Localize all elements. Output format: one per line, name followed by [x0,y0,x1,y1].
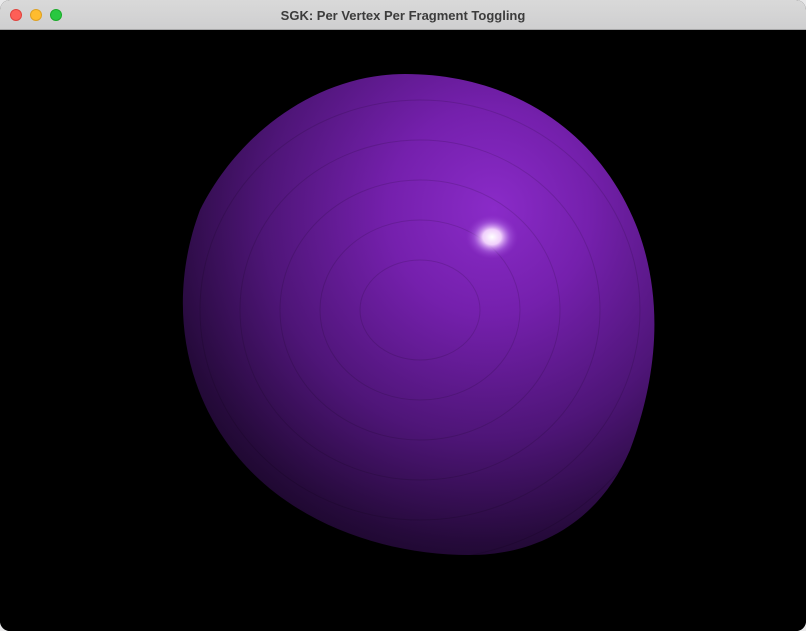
app-window: SGK: Per Vertex Per Fragment Toggling [0,0,806,631]
window-title: SGK: Per Vertex Per Fragment Toggling [280,8,526,23]
sphere [182,74,655,555]
title-bar[interactable]: SGK: Per Vertex Per Fragment Toggling [0,0,806,30]
specular-highlight [466,215,518,259]
render-viewport[interactable] [0,30,806,631]
scene-canvas [182,74,655,555]
